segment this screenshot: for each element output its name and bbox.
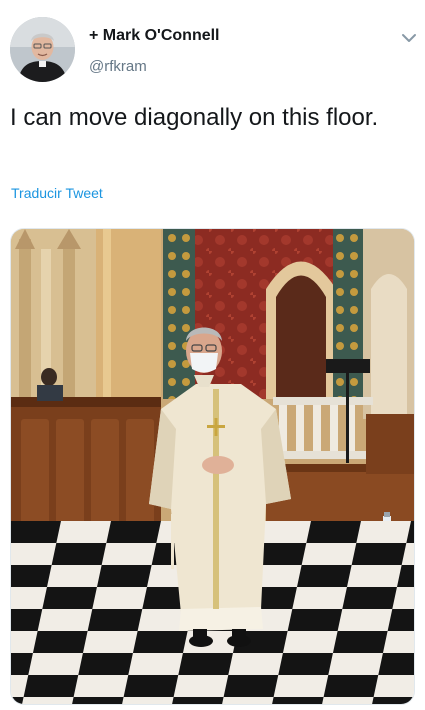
- chevron-down-icon[interactable]: [399, 30, 419, 46]
- user-handle[interactable]: @rfkram: [89, 58, 147, 75]
- tweet-media-photo[interactable]: [10, 228, 415, 705]
- avatar[interactable]: [10, 17, 75, 82]
- display-name[interactable]: + Mark O'Connell: [89, 27, 220, 45]
- translate-tweet-link[interactable]: Traducir Tweet: [11, 185, 103, 201]
- tweet-text: I can move diagonally on this floor.: [10, 104, 379, 131]
